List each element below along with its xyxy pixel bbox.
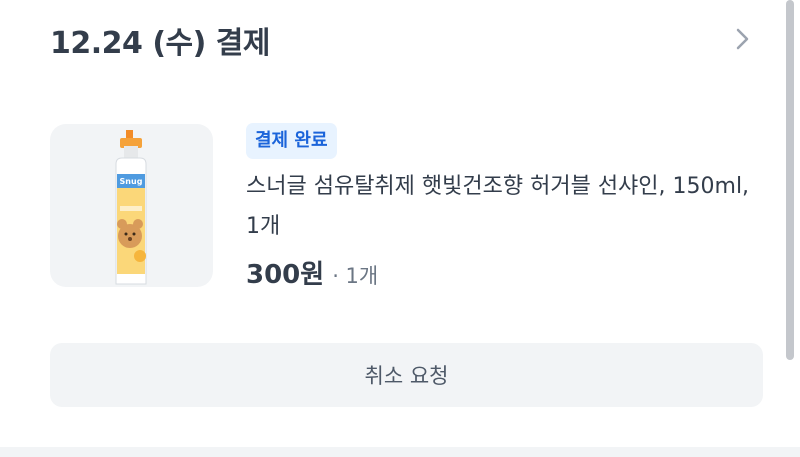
product-price: 300원 <box>246 260 325 290</box>
chevron-right-icon[interactable] <box>728 24 756 54</box>
order-card: 12.24 (수) 결제 Snug 결제 완료 스너글 섬유탈취제 햇빛건조향 … <box>0 0 800 457</box>
payment-status-badge: 결제 완료 <box>246 123 337 159</box>
order-date-title: 12.24 (수) 결제 <box>50 26 271 61</box>
product-name: 스너글 섬유탈취제 햇빛건조향 허거블 선샤인, 150ml, 1개 <box>246 174 750 239</box>
product-item[interactable]: Snug 결제 완료 스너글 섬유탈취제 햇빛건조향 허거블 선샤인, 150m… <box>0 120 800 300</box>
svg-text:Snug: Snug <box>120 177 143 186</box>
order-header[interactable]: 12.24 (수) 결제 <box>0 0 800 90</box>
cancel-request-button[interactable]: 취소 요청 <box>50 343 763 407</box>
product-thumbnail[interactable]: Snug <box>50 124 213 287</box>
section-divider <box>0 447 800 457</box>
price-line: 300원 · 1개 <box>246 255 378 295</box>
product-quantity: · 1개 <box>332 264 379 288</box>
scrollbar[interactable] <box>786 0 794 360</box>
